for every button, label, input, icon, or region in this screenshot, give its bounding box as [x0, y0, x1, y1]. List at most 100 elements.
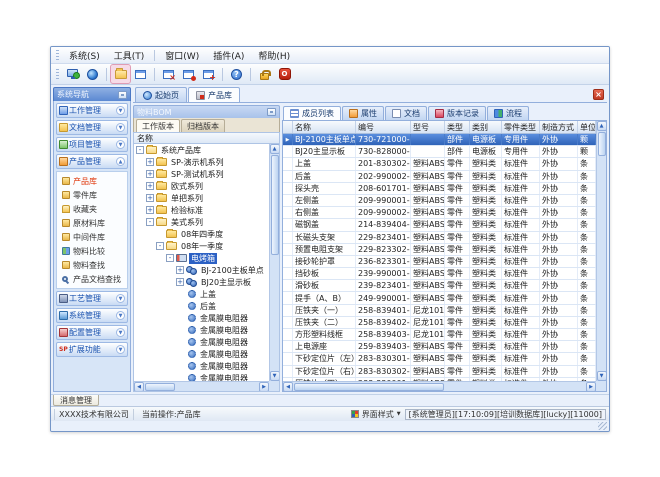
tree-toggle-icon[interactable]: +	[146, 158, 154, 166]
version-tab-0[interactable]: 工作版本	[136, 119, 180, 132]
tree-node[interactable]: +SP-演示机系列	[134, 156, 269, 168]
grid-vertical-scrollbar[interactable]	[596, 121, 606, 381]
table-row[interactable]: 滑砂板239-823401-01X塑料ABS零件塑料类标准件外协条	[283, 280, 596, 292]
tree-node[interactable]: 后盖	[134, 300, 269, 312]
scroll-left-icon[interactable]	[134, 382, 144, 392]
scrollbar-thumb[interactable]	[598, 132, 606, 156]
sidebar-item-4[interactable]: 中间件库	[57, 230, 127, 244]
chevron-icon[interactable]	[116, 157, 125, 166]
tree-toggle-icon[interactable]: +	[176, 266, 184, 274]
chevron-icon[interactable]	[116, 328, 125, 337]
tree-node[interactable]: +欧式系列	[134, 180, 269, 192]
scroll-down-icon[interactable]	[270, 371, 280, 381]
scroll-left-icon[interactable]	[283, 382, 293, 392]
sidebar-item-7[interactable]: 产品文档查找	[57, 272, 127, 286]
tree-toggle-icon[interactable]: -	[136, 146, 144, 154]
sidebar-section-1[interactable]: 文档管理	[56, 120, 128, 135]
panel-tab-1[interactable]: 属性	[342, 106, 384, 120]
table-row[interactable]: 方形塑料线框258-839403-00X尼龙1010零件塑料类标准件外协条	[283, 329, 596, 341]
grid-horizontal-scrollbar[interactable]	[283, 381, 596, 391]
table-row[interactable]: 上盖201-830302-00X塑料ABS零件塑料类标准件外协条	[283, 158, 596, 170]
sidebar-section-2[interactable]: 项目管理	[56, 137, 128, 152]
scrollbar-thumb[interactable]	[145, 383, 175, 391]
chevron-icon[interactable]	[116, 294, 125, 303]
column-header[interactable]: 类别	[470, 121, 502, 133]
tree-horizontal-scrollbar[interactable]	[134, 381, 269, 391]
tree-node[interactable]: 金属膜电阻器	[134, 324, 269, 336]
tree-node[interactable]: +单把系列	[134, 192, 269, 204]
tree-node[interactable]: -美式系列	[134, 216, 269, 228]
sidebar-section-6[interactable]: 配置管理	[56, 325, 128, 340]
resize-grip[interactable]	[598, 422, 607, 430]
table-row[interactable]: 磁钢盖214-839404-01X塑料ABS零件塑料类标准件外协条	[283, 219, 596, 231]
pushpin-icon[interactable]	[118, 91, 127, 99]
sidebar-item-6[interactable]: 物料查找	[57, 258, 127, 272]
table-row[interactable]: 左侧盖209-990001-01X塑料ABS零件塑料类标准件外协条	[283, 195, 596, 207]
menu-item[interactable]: 系统(S)	[62, 48, 107, 63]
table-row[interactable]: 挡砂板239-990001-01X塑料ABS零件塑料类标准件外协条	[283, 268, 596, 280]
tree-node[interactable]: 金属膜电阻器	[134, 372, 269, 381]
table-row[interactable]: 压铁夹（一）258-839401-00X尼龙1010零件塑料类标准件外协条	[283, 305, 596, 317]
tree-column-header[interactable]: 名称	[133, 132, 280, 144]
tab-message-manager[interactable]: 消息管理	[53, 395, 99, 406]
version-tab-1[interactable]: 归档版本	[181, 119, 225, 132]
system-monitor-icon[interactable]	[63, 65, 82, 83]
tree-toggle-icon[interactable]: +	[146, 182, 154, 190]
sidebar-section-7[interactable]: SP扩展功能	[56, 342, 128, 357]
menu-item[interactable]: 插件(A)	[206, 48, 251, 63]
menu-item[interactable]: 窗口(W)	[158, 48, 206, 63]
column-header[interactable]: 型号	[411, 121, 445, 133]
tree-node[interactable]: -电烤箱	[134, 252, 269, 264]
tree-node[interactable]: 金属膜电阻器	[134, 360, 269, 372]
table-row[interactable]: 长磁头支架229-823401-00X塑料ABS零件塑料类标准件外协条	[283, 232, 596, 244]
table-row[interactable]: 压铁夹（二）258-839402-00X尼龙1010零件塑料类标准件外协条	[283, 317, 596, 329]
tree-node[interactable]: +SP-测试机系列	[134, 168, 269, 180]
tree-toggle-icon[interactable]: +	[146, 170, 154, 178]
scroll-down-icon[interactable]	[597, 371, 607, 381]
menu-item[interactable]: 帮助(H)	[251, 48, 297, 63]
table-row[interactable]: 上电源座259-839403-00X塑料ABS零件塑料类标准件外协条	[283, 341, 596, 353]
panel-tab-3[interactable]: 版本记录	[428, 106, 486, 120]
menu-grip[interactable]	[56, 50, 59, 61]
column-header[interactable]: 名称	[293, 121, 356, 133]
table-row[interactable]: BJ-2100主板单点730-721000-12X部件电源板专用件外协颗	[283, 134, 596, 146]
chevron-icon[interactable]	[116, 345, 125, 354]
tree-node[interactable]: 08年四季度	[134, 228, 269, 240]
exit-icon[interactable]	[275, 65, 294, 83]
table-row[interactable]: BJ20主显示板730-828000-04X部件电源板专用件外协颗	[283, 146, 596, 158]
tree-toggle-icon[interactable]: -	[166, 254, 174, 262]
table-row[interactable]: 下砂定位片（左）283-830301-00X塑料ABS零件塑料类标准件外协条	[283, 353, 596, 365]
panel-tab-4[interactable]: 流程	[487, 106, 529, 120]
sidebar-section-4[interactable]: 工艺管理	[56, 291, 128, 306]
chevron-icon[interactable]	[116, 140, 125, 149]
new-window-icon[interactable]	[199, 65, 218, 83]
tree-node[interactable]: -系统产品库	[134, 144, 269, 156]
table-row[interactable]: 预置电阻支架229-823302-00X塑料ABS零件塑料类标准件外协条	[283, 244, 596, 256]
chevron-icon[interactable]	[116, 106, 125, 115]
sidebar-item-1[interactable]: 零件库	[57, 188, 127, 202]
scroll-up-icon[interactable]	[597, 121, 607, 131]
scroll-up-icon[interactable]	[270, 144, 280, 154]
scrollbar-thumb[interactable]	[294, 383, 444, 391]
sidebar-item-0[interactable]: 产品库	[57, 174, 127, 188]
tree-toggle-icon[interactable]: -	[156, 242, 164, 250]
scrollbar-thumb[interactable]	[271, 155, 279, 255]
refresh-window-icon[interactable]	[179, 65, 198, 83]
toolbar-grip[interactable]	[56, 69, 59, 80]
tree-node[interactable]: +BJ20主显示板	[134, 276, 269, 288]
help-icon[interactable]	[227, 65, 246, 83]
chevron-icon[interactable]	[116, 123, 125, 132]
sidebar-section-5[interactable]: 系统管理	[56, 308, 128, 323]
tree-node[interactable]: 金属膜电阻器	[134, 348, 269, 360]
open-library-icon[interactable]	[111, 65, 130, 83]
pushpin-icon[interactable]	[267, 108, 276, 116]
tree-node[interactable]: 金属膜电阻器	[134, 312, 269, 324]
column-header[interactable]: 类型	[445, 121, 470, 133]
table-row[interactable]: 右侧盖209-990002-01X塑料ABS零件塑料类标准件外协条	[283, 207, 596, 219]
table-row[interactable]: 后盖202-990002-01X塑料ABS零件塑料类标准件外协条	[283, 171, 596, 183]
doc-tab-1[interactable]: 产品库	[188, 87, 240, 102]
sidebar-item-5[interactable]: 物料比较	[57, 244, 127, 258]
tree-toggle-icon[interactable]: +	[146, 206, 154, 214]
column-header[interactable]: 编号	[356, 121, 411, 133]
tree-node[interactable]: +检验标准	[134, 204, 269, 216]
